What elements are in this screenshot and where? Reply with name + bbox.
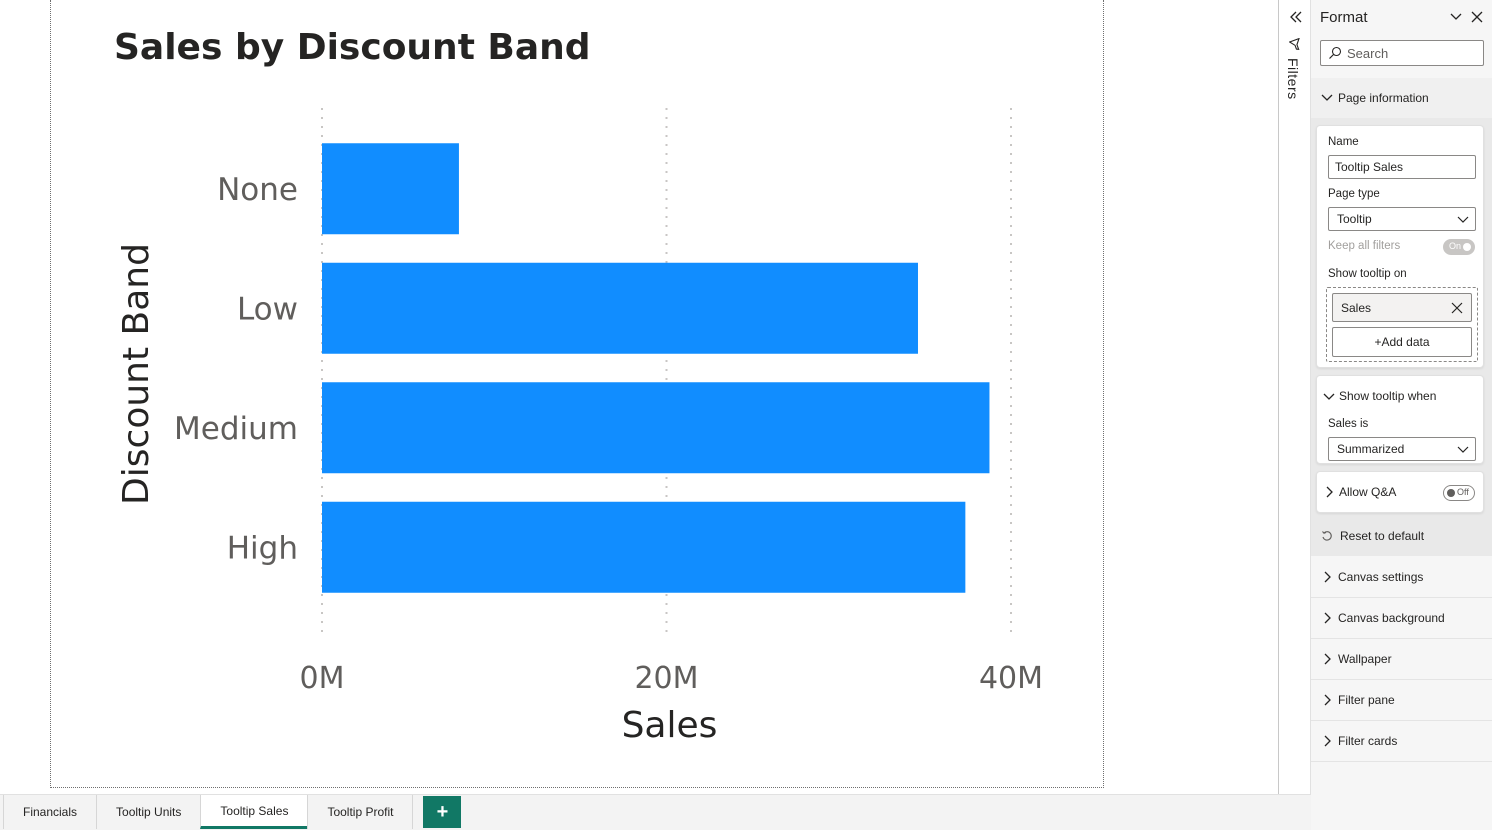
bar-medium[interactable] [322,382,990,474]
category-label: Low [237,291,298,327]
sales-is-value: Summarized [1337,442,1405,456]
filters-pane-collapsed[interactable]: Filters [1278,0,1311,794]
format-header: Format [1311,0,1492,36]
category-label: High [227,530,298,566]
bar-high[interactable] [322,501,966,593]
chevron-down-icon [1457,216,1469,223]
section-filter-cards[interactable]: Filter cards [1311,721,1492,762]
section-canvas-background[interactable]: Canvas background [1311,598,1492,639]
reset-to-default-button[interactable]: Reset to default [1321,529,1424,543]
keep-filters-toggle[interactable]: On [1443,239,1475,255]
section-filter-pane[interactable]: Filter pane [1311,680,1492,721]
close-icon[interactable] [1470,10,1484,24]
chevron-right-icon [1324,694,1331,706]
page-tab[interactable]: Financials [3,795,98,829]
page-tab[interactable]: Tooltip Units [96,795,202,829]
toggle-state: Off [1457,487,1469,497]
search-input[interactable] [1347,44,1477,62]
page-type-dropdown[interactable]: Tooltip [1328,207,1476,231]
page-information-card: Name Tooltip Sales Page type Tooltip Kee… [1316,125,1484,368]
allow-qa-card: Allow Q&A Off [1316,471,1484,513]
sales-is-label: Sales is [1328,418,1369,430]
section-label: Canvas settings [1338,570,1424,584]
bar-none[interactable] [322,143,459,235]
reset-label: Reset to default [1340,529,1425,543]
x-axis-title: Sales [622,705,718,746]
page-information-body: Name Tooltip Sales Page type Tooltip Kee… [1311,118,1492,556]
y-axis-title: Discount Band [116,243,157,505]
search-icon [1329,46,1342,59]
section-page-information[interactable]: Page information [1311,78,1492,118]
chevron-down-icon [1457,446,1469,453]
section-label: Wallpaper [1338,652,1392,666]
bar-chart[interactable]: Sales by Discount Band 0M 20M 40M None Low Med… [51,0,1105,788]
name-label: Name [1328,136,1359,148]
section-label: Filter cards [1338,734,1398,748]
tooltip-field-name: Sales [1341,300,1372,315]
show-tooltip-when-header[interactable]: Show tooltip when [1323,389,1436,403]
category-label: None [217,172,298,208]
close-icon[interactable] [1451,302,1463,314]
toggle-knob [1447,489,1455,497]
chevron-down-icon [1321,94,1333,101]
page-tab[interactable]: Tooltip Profit [307,795,414,829]
page-name-field[interactable]: Tooltip Sales [1328,155,1476,179]
filter-icon [1289,38,1300,51]
allow-qa-label: Allow Q&A [1339,485,1397,499]
chevron-right-icon [1324,571,1331,583]
sales-is-dropdown[interactable]: Summarized [1328,437,1476,461]
section-label: Canvas background [1338,611,1445,625]
toggle-state: On [1449,241,1462,251]
show-tooltip-on-label: Show tooltip on [1328,268,1407,280]
category-label: Medium [174,411,298,447]
add-page-button[interactable]: + [423,796,462,828]
allow-qa-header[interactable]: Allow Q&A [1323,485,1396,499]
tooltip-field-pill[interactable]: Sales [1332,293,1472,322]
x-tick-label: 40M [979,661,1043,696]
chevron-right-icon [1324,653,1331,665]
format-pane: Format Page information Name Tooltip Sal… [1311,0,1492,830]
report-page: Sales by Discount Band 0M 20M 40M None Low Med… [50,0,1104,788]
page-tab[interactable]: Tooltip Sales [200,795,309,829]
section-label: Filter pane [1338,693,1395,707]
tooltip-field-well: Sales +Add data [1326,287,1478,362]
chevron-down-icon [1323,393,1335,400]
chevron-right-icon [1324,612,1331,624]
show-tooltip-when-label: Show tooltip when [1339,389,1437,403]
chart-title: Sales by Discount Band [114,27,591,68]
add-data-button[interactable]: +Add data [1332,327,1472,357]
reset-icon [1322,531,1332,541]
search-box[interactable] [1320,40,1484,66]
chevron-right-icon [1324,735,1331,747]
format-title: Format [1320,9,1368,26]
section-wallpaper[interactable]: Wallpaper [1311,639,1492,680]
filters-label[interactable]: Filters [1285,58,1301,100]
toggle-knob [1463,243,1471,251]
page-type-value: Tooltip [1337,212,1372,226]
chevron-right-icon [1326,486,1333,498]
x-tick-label: 20M [634,661,698,696]
section-canvas-settings[interactable]: Canvas settings [1311,557,1492,598]
show-tooltip-when-card: Show tooltip when Sales is Summarized [1316,375,1484,464]
report-canvas: Sales by Discount Band 0M 20M 40M None Low Med… [0,0,1278,794]
chevron-down-icon[interactable] [1449,10,1463,24]
keep-filters-label: Keep all filters [1328,240,1401,252]
section-label: Page information [1338,91,1429,105]
double-chevron-left-icon[interactable] [1288,9,1304,25]
x-tick-label: 0M [300,661,345,696]
page-type-label: Page type [1328,188,1380,200]
bar-low[interactable] [322,262,918,354]
page-tabs-bar: Financials Tooltip Units Tooltip Sales Tool… [0,794,1311,830]
allow-qa-toggle[interactable]: Off [1443,485,1475,501]
